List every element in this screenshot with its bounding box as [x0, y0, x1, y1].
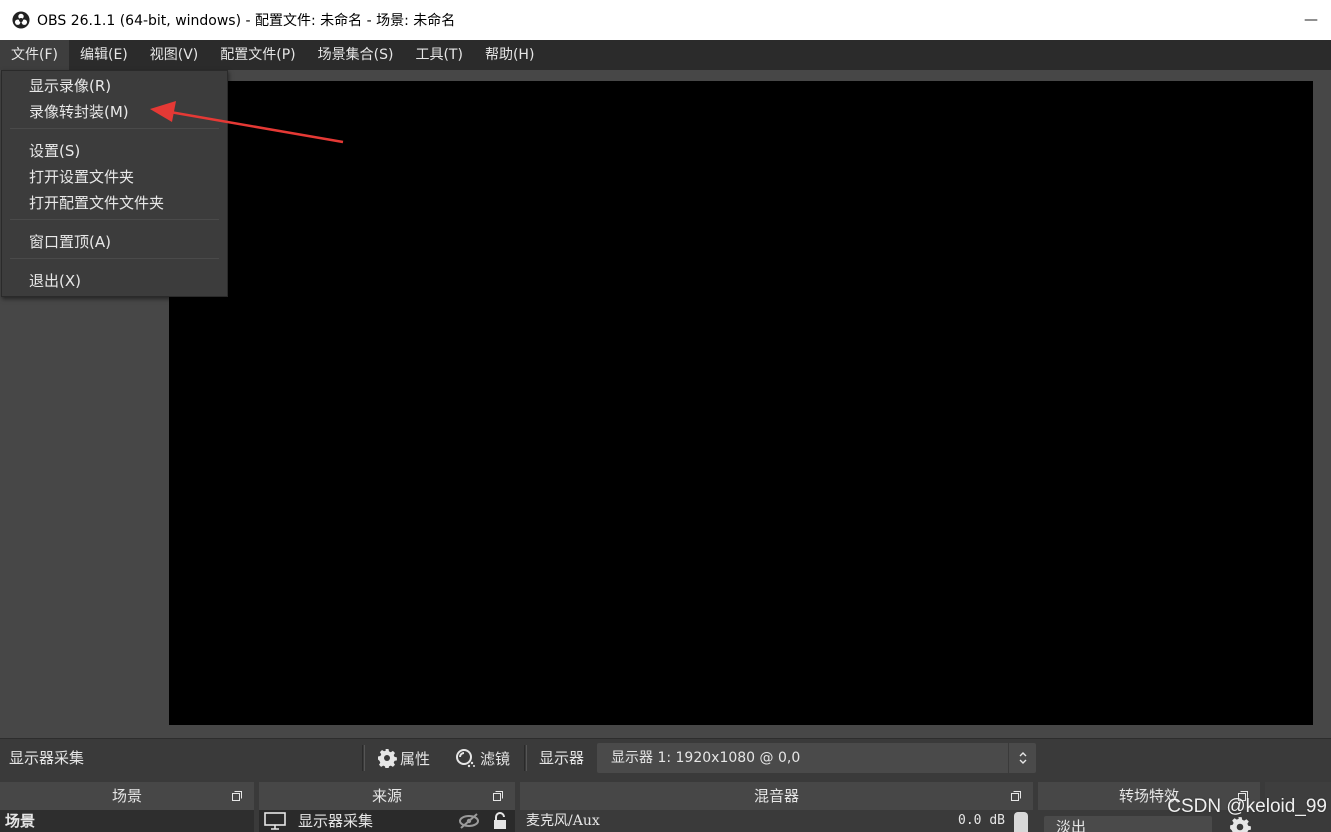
menu-remux-recordings[interactable]: 录像转封装(M)	[2, 99, 227, 125]
sources-dock-title: 来源	[371, 787, 402, 805]
source-name: 显示器采集	[298, 812, 374, 830]
obs-logo-icon	[12, 11, 30, 29]
properties-label: 属性	[400, 749, 431, 768]
gear-icon[interactable]	[1229, 816, 1251, 832]
float-dock-icon[interactable]	[232, 791, 242, 801]
transition-select[interactable]: 淡出	[1044, 816, 1212, 832]
mixer-channel-name: 麦克风/Aux	[526, 813, 600, 829]
gear-icon	[378, 749, 397, 768]
transition-select-value: 淡出	[1056, 818, 1087, 832]
menu-show-recordings[interactable]: 显示录像(R)	[2, 73, 227, 99]
menu-open-profile-folder[interactable]: 打开配置文件文件夹	[2, 190, 227, 216]
menu-separator	[10, 258, 219, 259]
menu-settings[interactable]: 设置(S)	[2, 138, 227, 164]
docks-area: 场景 场景 来源 显示器采集 混音器 麦克风/Aux 0.0 dB 转场特效 淡…	[0, 776, 1331, 832]
float-dock-icon[interactable]	[1011, 791, 1021, 801]
display-select-value: 显示器 1: 1920x1080 @ 0,0	[611, 750, 801, 766]
watermark: CSDN @keloid_99	[1167, 796, 1327, 817]
menu-separator	[10, 128, 219, 129]
lock-icon[interactable]	[492, 812, 508, 830]
selected-source-label: 显示器采集	[9, 749, 85, 767]
menu-edit[interactable]: 编辑(E)	[69, 40, 139, 70]
toolbar-divider	[362, 745, 365, 771]
menu-help[interactable]: 帮助(H)	[474, 40, 545, 70]
window-title: OBS 26.1.1 (64-bit, windows) - 配置文件: 未命名…	[37, 13, 456, 29]
toolbar-divider	[524, 745, 527, 771]
menu-exit[interactable]: 退出(X)	[2, 268, 227, 294]
scene-list-item[interactable]: 场景	[0, 810, 254, 832]
filter-icon	[456, 749, 475, 768]
mixer-channel: 麦克风/Aux 0.0 dB	[520, 810, 1033, 832]
preview-canvas[interactable]	[169, 81, 1313, 725]
filters-label: 滤镜	[480, 749, 511, 768]
mixer-dock-header: 混音器	[520, 782, 1033, 810]
menu-tools[interactable]: 工具(T)	[404, 40, 473, 70]
source-list-item[interactable]: 显示器采集	[259, 810, 515, 832]
title-bar: OBS 26.1.1 (64-bit, windows) - 配置文件: 未命名…	[0, 0, 1331, 40]
file-menu-dropdown: 显示录像(R) 录像转封装(M) 设置(S) 打开设置文件夹 打开配置文件文件夹…	[1, 70, 228, 297]
eye-hidden-icon[interactable]	[458, 813, 480, 829]
mixer-dock-title: 混音器	[753, 787, 799, 805]
menu-scene-collection[interactable]: 场景集合(S)	[307, 40, 405, 70]
display-label: 显示器	[539, 749, 585, 767]
mixer-db-value: 0.0 dB	[958, 813, 1005, 828]
menu-bar: 文件(F) 编辑(E) 视图(V) 配置文件(P) 场景集合(S) 工具(T) …	[0, 40, 1331, 70]
float-dock-icon[interactable]	[493, 791, 503, 801]
scenes-dock-title: 场景	[111, 787, 142, 805]
menu-profile[interactable]: 配置文件(P)	[209, 40, 306, 70]
source-toolbar: 显示器采集 属性 滤镜 显示器 显示器 1: 1920x1080 @ 0,0	[0, 738, 1331, 776]
menu-view[interactable]: 视图(V)	[139, 40, 210, 70]
spinner-icon[interactable]	[1008, 743, 1036, 773]
menu-separator	[10, 219, 219, 220]
monitor-icon	[264, 812, 286, 830]
mixer-volume-handle[interactable]	[1014, 812, 1028, 832]
sources-dock-header: 来源	[259, 782, 515, 810]
display-select[interactable]: 显示器 1: 1920x1080 @ 0,0	[597, 743, 1036, 773]
filters-button[interactable]: 滤镜	[455, 739, 510, 777]
minimize-button[interactable]: —	[1291, 0, 1331, 40]
properties-button[interactable]: 属性	[377, 739, 430, 777]
menu-file[interactable]: 文件(F)	[0, 40, 69, 70]
menu-open-settings-folder[interactable]: 打开设置文件夹	[2, 164, 227, 190]
scenes-dock-header: 场景	[0, 782, 254, 810]
menu-always-on-top[interactable]: 窗口置顶(A)	[2, 229, 227, 255]
